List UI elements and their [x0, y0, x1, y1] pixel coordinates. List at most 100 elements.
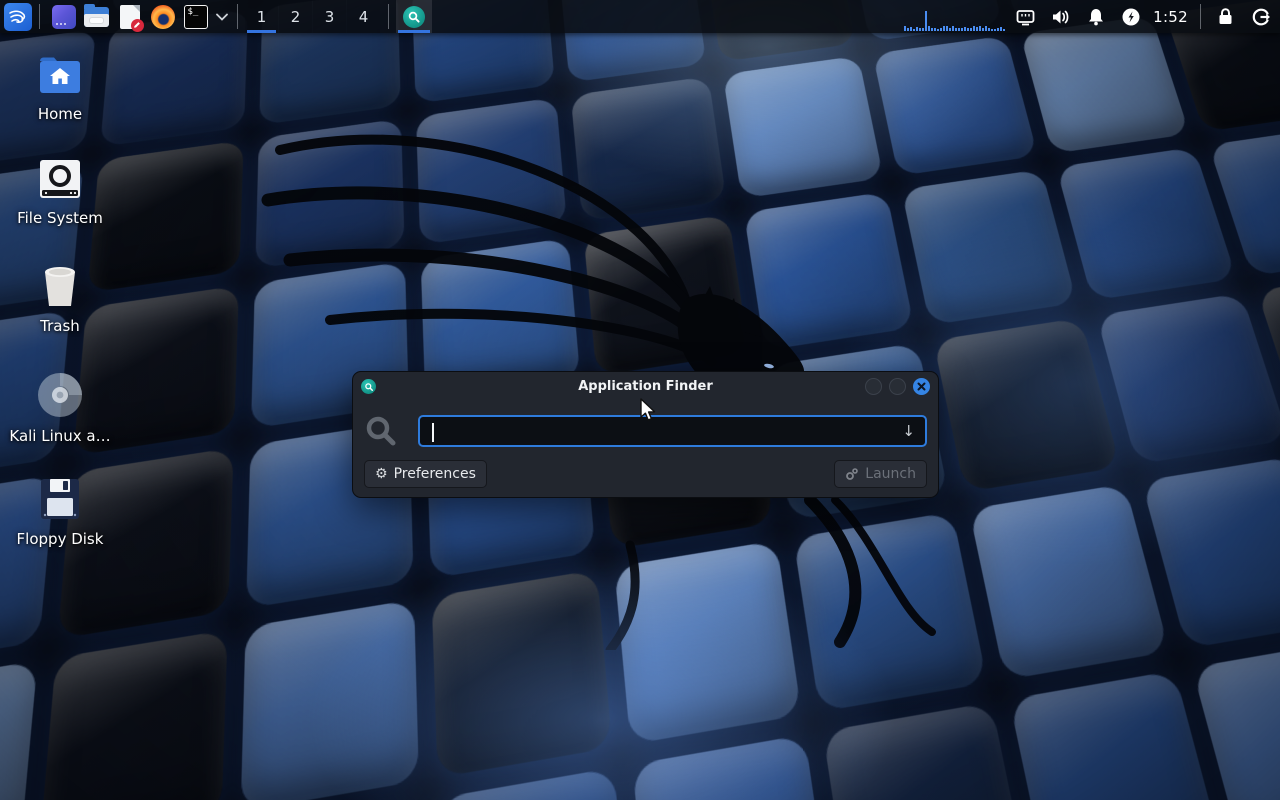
- workspace-button-2[interactable]: 2: [279, 0, 312, 33]
- graph-bar: [985, 26, 987, 31]
- floppy-disk-icon: [37, 476, 83, 522]
- graph-bar: [988, 28, 990, 31]
- panel-right: 1:52: [902, 0, 1280, 33]
- close-button[interactable]: [913, 378, 930, 395]
- kali-menu-icon: [7, 6, 29, 28]
- desktop-icon-home[interactable]: Home: [12, 53, 108, 123]
- graph-bar: [955, 28, 957, 31]
- wallpaper-cube: [744, 192, 915, 351]
- text-caret: [432, 423, 434, 442]
- graph-bar: [931, 28, 933, 31]
- graph-bar: [994, 29, 996, 31]
- launcher-dropdown-button[interactable]: [214, 0, 230, 33]
- lock-screen-button[interactable]: [1208, 0, 1243, 33]
- desktop-icon-label: Kali Linux a…: [9, 427, 110, 445]
- volume-icon: [1051, 8, 1071, 26]
- search-icon: [364, 414, 398, 448]
- applications-menu-button[interactable]: [4, 3, 32, 31]
- graph-bar: [913, 29, 915, 31]
- workspace-button-1[interactable]: 1: [245, 0, 278, 33]
- graph-bar: [952, 26, 954, 31]
- wallpaper-cube: [933, 318, 1120, 492]
- wallpaper-cube: [255, 119, 404, 269]
- power-manager-tray-button[interactable]: [1113, 0, 1148, 33]
- workspace-label: 4: [359, 8, 369, 26]
- graph-bar: [940, 28, 942, 31]
- launcher-terminal[interactable]: $_: [179, 0, 212, 33]
- logout-button[interactable]: [1243, 0, 1278, 33]
- logout-icon: [1251, 7, 1271, 27]
- graph-bar: [919, 28, 921, 31]
- top-panel: $_ 1 2 3 4: [0, 0, 1280, 33]
- filesystem-drive-icon: [37, 157, 83, 201]
- taskbar-item-application-finder[interactable]: [396, 0, 432, 33]
- wallpaper-cube: [969, 484, 1170, 680]
- maximize-button[interactable]: [889, 378, 906, 395]
- wallpaper-cube: [241, 599, 419, 800]
- clock[interactable]: 1:52: [1148, 8, 1193, 26]
- wallpaper-cube: [584, 215, 749, 377]
- graph-bar: [1003, 29, 1005, 31]
- window-title: Application Finder: [353, 379, 938, 394]
- launcher-purple-app[interactable]: [47, 0, 80, 33]
- wallpaper-cube: [1009, 670, 1225, 800]
- desktop-icon-label: File System: [17, 209, 103, 227]
- graph-bar: [961, 28, 963, 31]
- launch-button[interactable]: Launch: [834, 460, 927, 488]
- preferences-button[interactable]: ⚙ Preferences: [364, 460, 487, 488]
- launcher-text-editor[interactable]: [113, 0, 146, 33]
- notifications-tray-button[interactable]: [1078, 0, 1113, 33]
- workspace-button-4[interactable]: 4: [347, 0, 380, 33]
- purple-app-icon: [52, 5, 76, 29]
- desktop-icon-floppy-disk[interactable]: Floppy Disk: [12, 476, 108, 548]
- launch-label: Launch: [865, 466, 916, 482]
- graph-bar: [904, 26, 906, 31]
- graph-bar: [991, 29, 993, 31]
- graph-bar: [910, 27, 912, 31]
- wallpaper-cube: [1141, 456, 1280, 648]
- panel-separator: [388, 4, 389, 29]
- desktop-icon-kali-linux[interactable]: Kali Linux a…: [12, 371, 108, 445]
- wallpaper-cube: [793, 512, 987, 712]
- network-tray-button[interactable]: [1008, 0, 1043, 33]
- wallpaper-cube: [0, 661, 38, 800]
- system-monitor-graph[interactable]: [902, 0, 1008, 33]
- graph-bar: [1000, 27, 1002, 31]
- wallpaper-cube: [40, 630, 228, 800]
- graph-bar: [943, 26, 945, 31]
- trash-icon: [38, 263, 82, 309]
- workspace-button-3[interactable]: 3: [313, 0, 346, 33]
- terminal-icon: $_: [184, 5, 208, 29]
- power-icon: [1121, 7, 1141, 27]
- wallpaper-cube: [723, 56, 884, 199]
- wallpaper-cube: [632, 735, 833, 800]
- desktop-icon-label: Trash: [40, 317, 80, 335]
- volume-tray-button[interactable]: [1043, 0, 1078, 33]
- minimize-button[interactable]: [865, 378, 882, 395]
- graph-bar: [958, 28, 960, 31]
- kali-disc-icon: [36, 371, 84, 419]
- desktop-icon-label: Home: [38, 105, 82, 123]
- desktop-icon-file-system[interactable]: File System: [12, 157, 108, 227]
- graph-bar: [946, 26, 948, 31]
- wallpaper-cube: [432, 570, 613, 778]
- preferences-label: Preferences: [394, 466, 476, 482]
- arrow-down-icon[interactable]: ↓: [902, 422, 925, 440]
- wallpaper-cube: [614, 540, 802, 744]
- graph-bar: [964, 27, 966, 31]
- graph-bar: [937, 29, 939, 31]
- gear-icon: ⚙: [375, 467, 388, 481]
- close-icon: [917, 382, 926, 391]
- window-content: ↓ ⚙ Preferences Launch: [353, 401, 938, 488]
- graph-bar: [928, 26, 930, 31]
- graph-bar: [976, 27, 978, 31]
- launcher-file-manager[interactable]: [80, 0, 113, 33]
- launcher-firefox[interactable]: [146, 0, 179, 33]
- firefox-icon: [151, 5, 175, 29]
- desktop-icon-trash[interactable]: Trash: [12, 263, 108, 335]
- graph-bar: [973, 26, 975, 31]
- graph-bar: [997, 28, 999, 31]
- search-input[interactable]: ↓: [418, 415, 927, 447]
- graph-bar: [979, 26, 981, 31]
- titlebar[interactable]: Application Finder: [353, 372, 938, 401]
